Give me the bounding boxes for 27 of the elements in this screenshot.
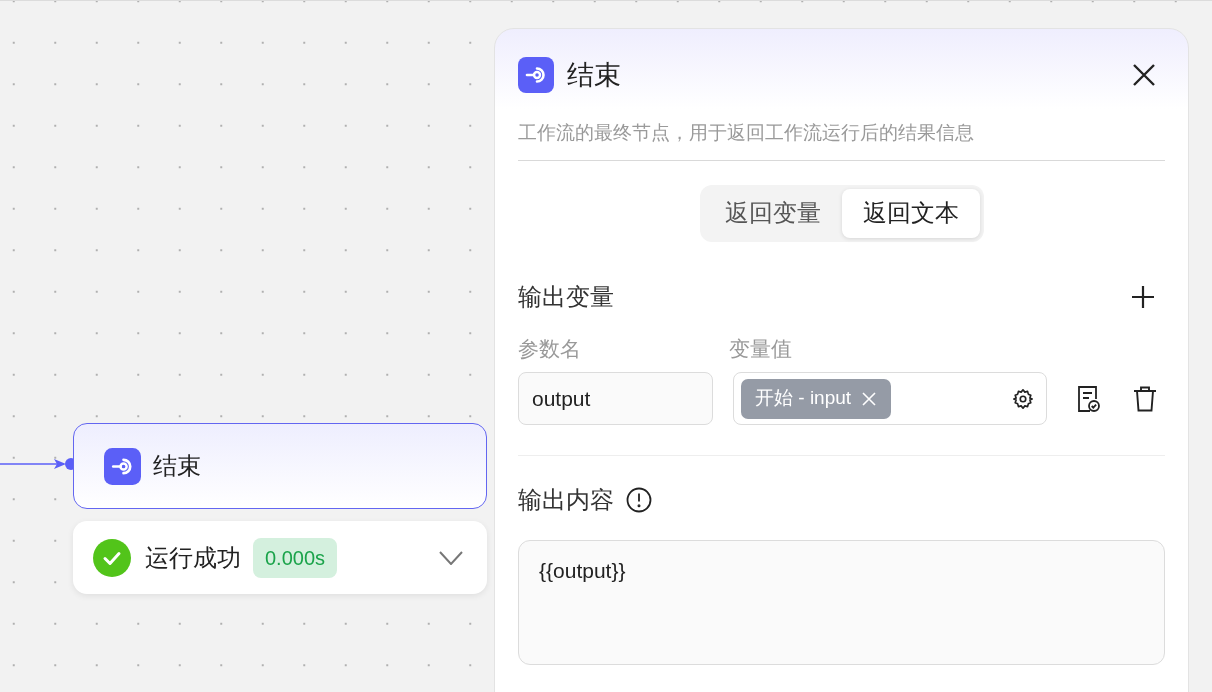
status-label: 运行成功 [145, 542, 241, 573]
node-title: 结束 [153, 451, 201, 481]
run-status-card[interactable]: 运行成功 0.000s [73, 521, 487, 594]
panel-description: 工作流的最终节点，用于返回工作流运行后的结果信息 [518, 122, 974, 143]
column-header: 变量值 [729, 335, 792, 362]
section-title: 输出内容 [518, 485, 614, 515]
end-node-card[interactable]: 结束 [73, 423, 487, 509]
settings-icon[interactable] [1012, 387, 1034, 410]
document-check-icon[interactable] [1076, 384, 1100, 413]
chevron-icon[interactable] [439, 550, 463, 565]
remove-icon[interactable] [861, 390, 878, 407]
mode-tab[interactable]: 返回变量 [703, 188, 842, 238]
column-header: 参数名 [518, 335, 582, 362]
textarea-value: {{output}} [539, 559, 626, 582]
node-type-icon [104, 447, 141, 485]
add-icon[interactable] [1131, 284, 1155, 309]
trash-icon[interactable] [1133, 385, 1157, 412]
info-icon[interactable] [626, 487, 652, 513]
node-type-icon [518, 57, 554, 93]
close-icon[interactable] [1132, 63, 1156, 87]
parameter-name-field[interactable]: output [518, 372, 713, 425]
mode-tab[interactable]: 返回文本 [841, 188, 980, 238]
duration-badge: 0.000s [253, 537, 338, 578]
section-title: 输出变量 [518, 281, 614, 312]
panel-title: 结束 [567, 58, 621, 92]
output-content-textarea[interactable]: {{output}} [518, 540, 1165, 665]
variable-tag-label: 开始 - input [755, 386, 852, 411]
